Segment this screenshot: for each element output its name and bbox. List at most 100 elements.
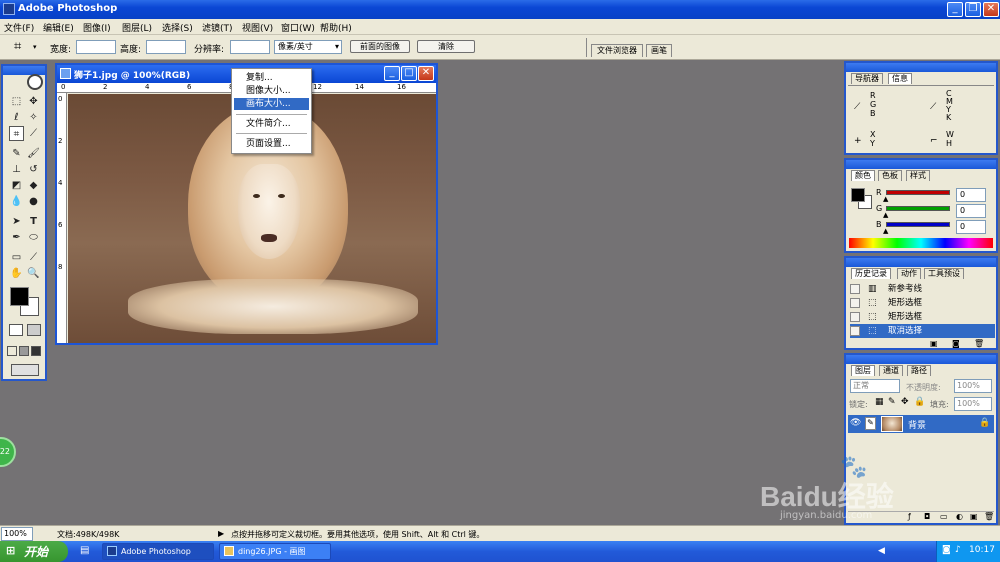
lasso-tool-icon[interactable]: ℓ [9, 110, 24, 125]
adjustment-layer-icon[interactable]: ◐ [956, 512, 963, 521]
doc-close-button[interactable]: ✕ [418, 66, 434, 81]
restore-button[interactable]: ❐ [965, 2, 981, 17]
tab-navigator[interactable]: 导航器 [851, 73, 883, 84]
lock-move-icon[interactable]: ✥ [901, 397, 909, 407]
layer-row-background[interactable]: 👁 ✎ 背景 🔒 [848, 415, 994, 433]
start-button[interactable]: ⊞ 开始 [0, 541, 68, 562]
history-checkbox[interactable] [850, 326, 860, 336]
close-button[interactable]: ✕ [983, 2, 999, 17]
pen-tool-icon[interactable]: ✒ [9, 230, 24, 245]
menu-item-image-size[interactable]: 图像大小... [234, 85, 309, 97]
tab-swatches[interactable]: 色板 [878, 170, 902, 181]
doc-maximize-button[interactable]: □ [401, 66, 417, 81]
menu-item-canvas-size[interactable]: 画布大小... [234, 98, 309, 110]
type-tool-icon[interactable]: T [26, 214, 41, 229]
slider-thumb-icon[interactable]: ▲ [883, 195, 888, 203]
hand-tool-icon[interactable]: ✋ [9, 266, 24, 281]
menu-help[interactable]: 帮助(H) [320, 21, 352, 34]
tray-expand-icon[interactable]: ◀ [878, 546, 885, 556]
color-channel-slider[interactable] [886, 190, 950, 195]
history-checkbox[interactable] [850, 284, 860, 294]
crop-tool-icon[interactable]: ⌗ [14, 39, 21, 54]
menu-edit[interactable]: 编辑(E) [43, 21, 74, 34]
clear-button[interactable]: 清除 [417, 40, 475, 53]
network-icon[interactable]: ◙ [942, 545, 951, 555]
width-input[interactable] [76, 40, 116, 54]
dodge-tool-icon[interactable]: ● [26, 194, 41, 209]
opacity-input[interactable]: 100% [954, 379, 992, 393]
folder-icon[interactable]: ▭ [940, 512, 948, 521]
menu-image[interactable]: 图像(I) [83, 21, 111, 34]
marquee-tool-icon[interactable]: ⬚ [9, 94, 24, 109]
paint-bucket-icon[interactable]: ◆ [26, 178, 41, 193]
trash-icon[interactable]: 🗑 [974, 339, 984, 348]
tab-paths[interactable]: 路径 [907, 365, 931, 376]
color-channel-slider[interactable] [886, 206, 950, 211]
brushes-tab[interactable]: 画笔 [646, 44, 672, 57]
lock-transparency-icon[interactable]: ▦ [875, 397, 884, 407]
move-tool-icon[interactable]: ✥ [26, 94, 41, 109]
menu-item-duplicate[interactable]: 复制... [234, 72, 309, 84]
lock-all-icon[interactable]: 🔒 [914, 397, 925, 407]
lock-paint-icon[interactable]: ✎ [888, 397, 896, 407]
history-item[interactable]: ⬚ 矩形选框 [850, 310, 995, 324]
history-item[interactable]: ⬚ 矩形选框 [850, 296, 995, 310]
fill-input[interactable]: 100% [954, 397, 992, 411]
history-checkbox[interactable] [850, 298, 860, 308]
screen-mode-full-menu-icon[interactable] [19, 346, 29, 356]
color-channel-slider[interactable] [886, 222, 950, 227]
jump-to-imageready-icon[interactable] [11, 364, 39, 376]
floating-badge[interactable]: 22 [0, 437, 16, 467]
menu-window[interactable]: 窗口(W) [281, 21, 315, 34]
menu-layer[interactable]: 图层(L) [122, 21, 152, 34]
show-desktop-icon[interactable]: ▤ [80, 545, 89, 556]
notes-tool-icon[interactable]: ▭ [9, 250, 24, 265]
new-document-icon[interactable]: ▣ [930, 339, 938, 348]
tab-color[interactable]: 颜色 [851, 170, 875, 181]
resolution-units-select[interactable]: 像素/英寸 ▾ [274, 40, 342, 54]
tab-history[interactable]: 历史记录 [851, 268, 891, 279]
tab-channels[interactable]: 通道 [879, 365, 903, 376]
slider-thumb-icon[interactable]: ▲ [883, 227, 888, 235]
color-spectrum-bar[interactable] [849, 238, 993, 248]
adobe-online-icon[interactable] [27, 74, 43, 90]
slice-tool-icon[interactable]: ⟋ [26, 126, 41, 141]
path-select-icon[interactable]: ➤ [9, 214, 24, 229]
menu-view[interactable]: 视图(V) [242, 21, 273, 34]
history-checkbox[interactable] [850, 312, 860, 322]
color-channel-input[interactable]: 0 [956, 188, 986, 202]
volume-icon[interactable]: ♪ [955, 545, 961, 555]
magic-wand-tool-icon[interactable]: ✧ [26, 110, 41, 125]
new-layer-icon[interactable]: ▣ [970, 512, 978, 521]
taskbar-item-photoshop[interactable]: Adobe Photoshop [102, 543, 214, 560]
trash-icon[interactable]: 🗑 [984, 512, 994, 521]
menu-item-file-info[interactable]: 文件简介... [234, 118, 309, 130]
history-brush-icon[interactable]: ↺ [26, 162, 41, 177]
crop-tool-icon[interactable]: ⌗ [9, 126, 24, 141]
shape-tool-icon[interactable]: ⬭ [26, 230, 41, 245]
menu-filter[interactable]: 滤镜(T) [202, 21, 233, 34]
minimize-button[interactable]: _ [947, 2, 963, 17]
brush-link-icon[interactable]: ✎ [865, 417, 876, 430]
menu-file[interactable]: 文件(F) [4, 21, 34, 34]
quick-mask-mode-icon[interactable] [27, 324, 41, 336]
tab-styles[interactable]: 样式 [906, 170, 930, 181]
brush-tool-icon[interactable]: 🖌 [26, 146, 41, 161]
slider-thumb-icon[interactable]: ▲ [883, 211, 888, 219]
color-channel-input[interactable]: 0 [956, 220, 986, 234]
new-snapshot-icon[interactable]: ◙ [952, 339, 960, 348]
color-fg-swatch[interactable] [851, 188, 865, 202]
history-item[interactable]: ▥ 新参考线 [850, 282, 995, 296]
file-browser-tab[interactable]: 文件浏览器 [591, 44, 643, 57]
resolution-input[interactable] [230, 40, 270, 54]
doc-minimize-button[interactable]: _ [384, 66, 400, 81]
standard-mode-icon[interactable] [9, 324, 23, 336]
healing-brush-icon[interactable]: ✎ [9, 146, 24, 161]
tab-info[interactable]: 信息 [888, 73, 912, 84]
blur-tool-icon[interactable]: 💧 [9, 194, 24, 209]
blend-mode-select[interactable]: 正常 [850, 379, 900, 393]
tab-actions[interactable]: 动作 [897, 268, 921, 279]
menu-item-page-setup[interactable]: 页面设置... [234, 138, 309, 150]
eyedropper-tool-icon[interactable]: ⟋ [26, 250, 41, 265]
eraser-tool-icon[interactable]: ◩ [9, 178, 24, 193]
